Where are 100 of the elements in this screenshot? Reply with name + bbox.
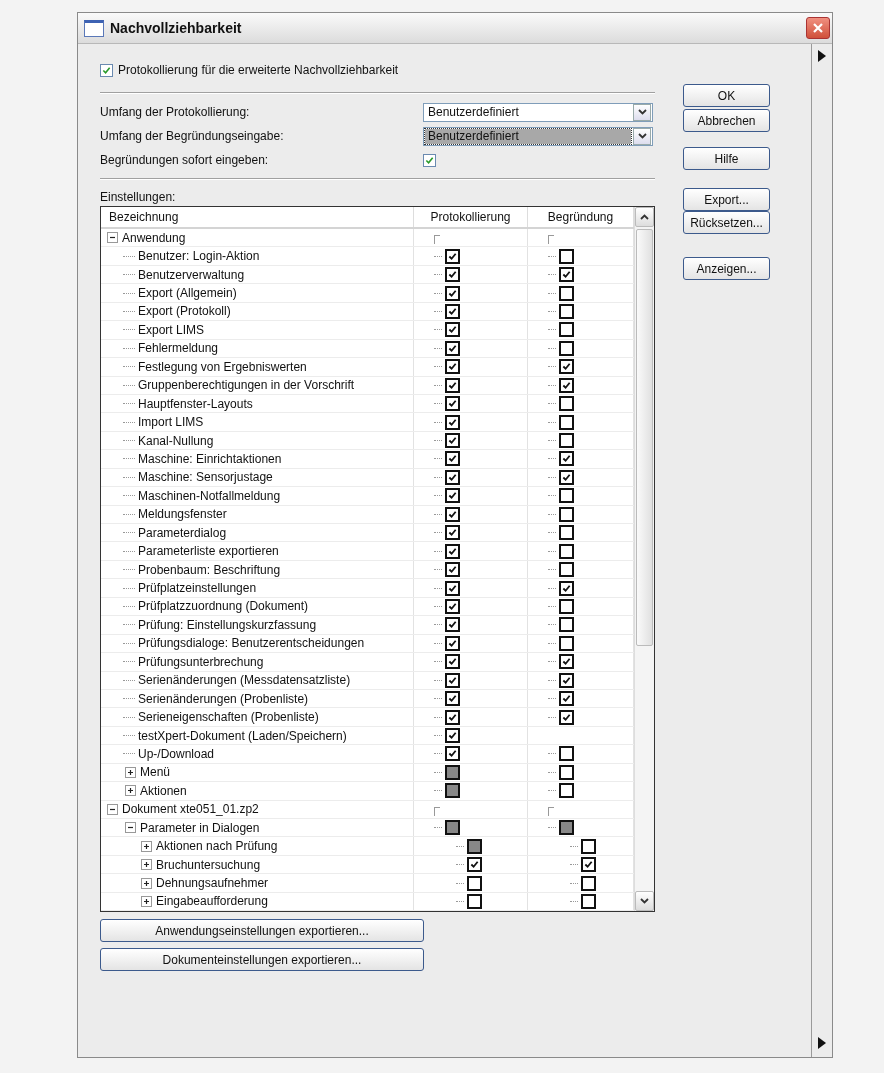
checkbox[interactable] [445, 635, 460, 651]
checkbox[interactable] [559, 672, 574, 688]
dialog-button[interactable]: OK [683, 84, 770, 107]
column-header[interactable]: Bezeichnung [101, 207, 414, 227]
tree-item-label[interactable]: Maschinen-Notfallmeldung [138, 488, 281, 503]
scrollbar[interactable] [634, 207, 654, 911]
dropdown[interactable]: Benutzerdefiniert [423, 102, 653, 122]
expand-icon[interactable] [125, 785, 136, 797]
checkbox[interactable] [445, 691, 460, 707]
checkbox[interactable] [445, 377, 460, 393]
checkbox[interactable] [559, 488, 574, 504]
tree-item-label[interactable]: Export LIMS [138, 322, 205, 337]
tree-item-label[interactable]: Benutzerverwaltung [138, 267, 245, 282]
checkbox[interactable] [445, 672, 460, 688]
checkbox[interactable] [559, 340, 574, 356]
checkbox[interactable] [467, 875, 482, 891]
dialog-button[interactable]: Export... [683, 188, 770, 211]
partial-checkbox[interactable] [445, 764, 460, 780]
checkbox[interactable] [559, 709, 574, 725]
partial-checkbox[interactable] [445, 783, 460, 799]
tree-item-label[interactable]: testXpert-Dokument (Laden/Speichern) [138, 728, 347, 743]
checkbox[interactable] [467, 893, 482, 909]
checkbox[interactable] [445, 322, 460, 338]
dialog-button[interactable]: Anzeigen... [683, 257, 770, 280]
checkbox[interactable] [445, 580, 460, 596]
checkbox[interactable] [445, 396, 460, 412]
checkbox[interactable] [445, 746, 460, 762]
checkbox[interactable] [559, 562, 574, 578]
tree-item-label[interactable]: Parameter in Dialogen [140, 820, 260, 835]
play-icon[interactable] [818, 1037, 826, 1049]
tree-item-label[interactable]: Prüfplatzzuordnung (Dokument) [138, 599, 309, 614]
scroll-up-button[interactable] [635, 207, 654, 227]
checkbox[interactable] [445, 267, 460, 283]
checkbox[interactable] [445, 433, 460, 449]
checkbox[interactable] [445, 598, 460, 614]
tree-item-label[interactable]: Serienänderungen (Messdatensatzliste) [138, 673, 351, 688]
partial-checkbox[interactable] [467, 838, 482, 854]
checkbox[interactable] [559, 506, 574, 522]
checkbox[interactable] [423, 153, 436, 167]
expand-icon[interactable] [141, 877, 152, 889]
checkbox[interactable] [559, 377, 574, 393]
checkbox[interactable] [581, 838, 596, 854]
tree-item-label[interactable]: Meldungsfenster [138, 507, 227, 522]
tree-item-label[interactable]: Maschine: Sensorjustage [138, 470, 273, 485]
expand-icon[interactable] [141, 840, 152, 852]
tree-item-label[interactable]: Anwendung [122, 230, 186, 245]
checkbox[interactable] [559, 267, 574, 283]
checkbox[interactable] [445, 525, 460, 541]
tree-item-label[interactable]: Prüfung: Einstellungskurzfassung [138, 617, 317, 632]
dialog-button[interactable]: Rücksetzen... [683, 211, 770, 234]
tree-item-label[interactable]: Dokument xte051_01.zp2 [122, 802, 259, 817]
dropdown[interactable]: Benutzerdefiniert [423, 126, 653, 146]
tree-item-label[interactable]: Menü [140, 765, 171, 780]
checkbox[interactable] [445, 562, 460, 578]
checkbox[interactable] [559, 303, 574, 319]
checkbox[interactable] [445, 285, 460, 301]
checkbox[interactable] [559, 322, 574, 338]
checkbox[interactable] [581, 893, 596, 909]
checkbox[interactable] [445, 451, 460, 467]
checkbox[interactable] [100, 63, 113, 77]
dropdown-button[interactable] [633, 103, 651, 121]
tree-item-label[interactable]: Import LIMS [138, 415, 204, 430]
checkbox[interactable] [559, 525, 574, 541]
checkbox[interactable] [445, 543, 460, 559]
tree-item-label[interactable]: Maschine: Einrichtaktionen [138, 451, 282, 466]
partial-checkbox[interactable] [445, 820, 460, 836]
checkbox[interactable] [559, 359, 574, 375]
tree-item-label[interactable]: Prüfungsdialoge: Benutzerentscheidungen [138, 636, 365, 651]
tree-item-label[interactable]: Festlegung von Ergebniswerten [138, 359, 307, 374]
scroll-down-button[interactable] [635, 891, 654, 911]
checkbox[interactable] [559, 469, 574, 485]
checkbox[interactable] [445, 506, 460, 522]
collapse-icon[interactable] [125, 822, 136, 834]
close-button[interactable] [806, 17, 830, 39]
expand-icon[interactable] [125, 766, 136, 778]
column-header[interactable]: Protokollierung [414, 207, 528, 227]
checkbox[interactable] [559, 635, 574, 651]
checkbox[interactable] [445, 469, 460, 485]
tree-item-label[interactable]: Export (Protokoll) [138, 304, 231, 319]
checkbox[interactable] [445, 414, 460, 430]
collapse-icon[interactable] [107, 232, 118, 244]
tree-item-label[interactable]: Export (Allgemein) [138, 286, 237, 301]
collapse-icon[interactable] [107, 803, 118, 815]
checkbox[interactable] [559, 783, 574, 799]
checkbox[interactable] [559, 764, 574, 780]
tree-item-label[interactable]: Prüfplatzeinstellungen [138, 581, 257, 596]
checkbox[interactable] [559, 691, 574, 707]
tree-item-label[interactable]: Benutzer: Login-Aktion [138, 249, 260, 264]
checkbox[interactable] [559, 451, 574, 467]
tree-item-label[interactable]: Prüfungsunterbrechung [138, 654, 264, 669]
tree-item-label[interactable]: Serienänderungen (Probenliste) [138, 691, 309, 706]
checkbox[interactable] [445, 248, 460, 264]
checkbox-label[interactable]: Protokollierung für die erweiterte Nachvollziehbarkeit [118, 63, 399, 77]
checkbox[interactable] [581, 875, 596, 891]
checkbox[interactable] [559, 543, 574, 559]
tree-item-label[interactable]: Eingabeaufforderung [156, 894, 268, 909]
checkbox[interactable] [559, 396, 574, 412]
checkbox[interactable] [467, 857, 482, 873]
tree-item-label[interactable]: Bruchuntersuchung [156, 857, 261, 872]
checkbox[interactable] [559, 433, 574, 449]
